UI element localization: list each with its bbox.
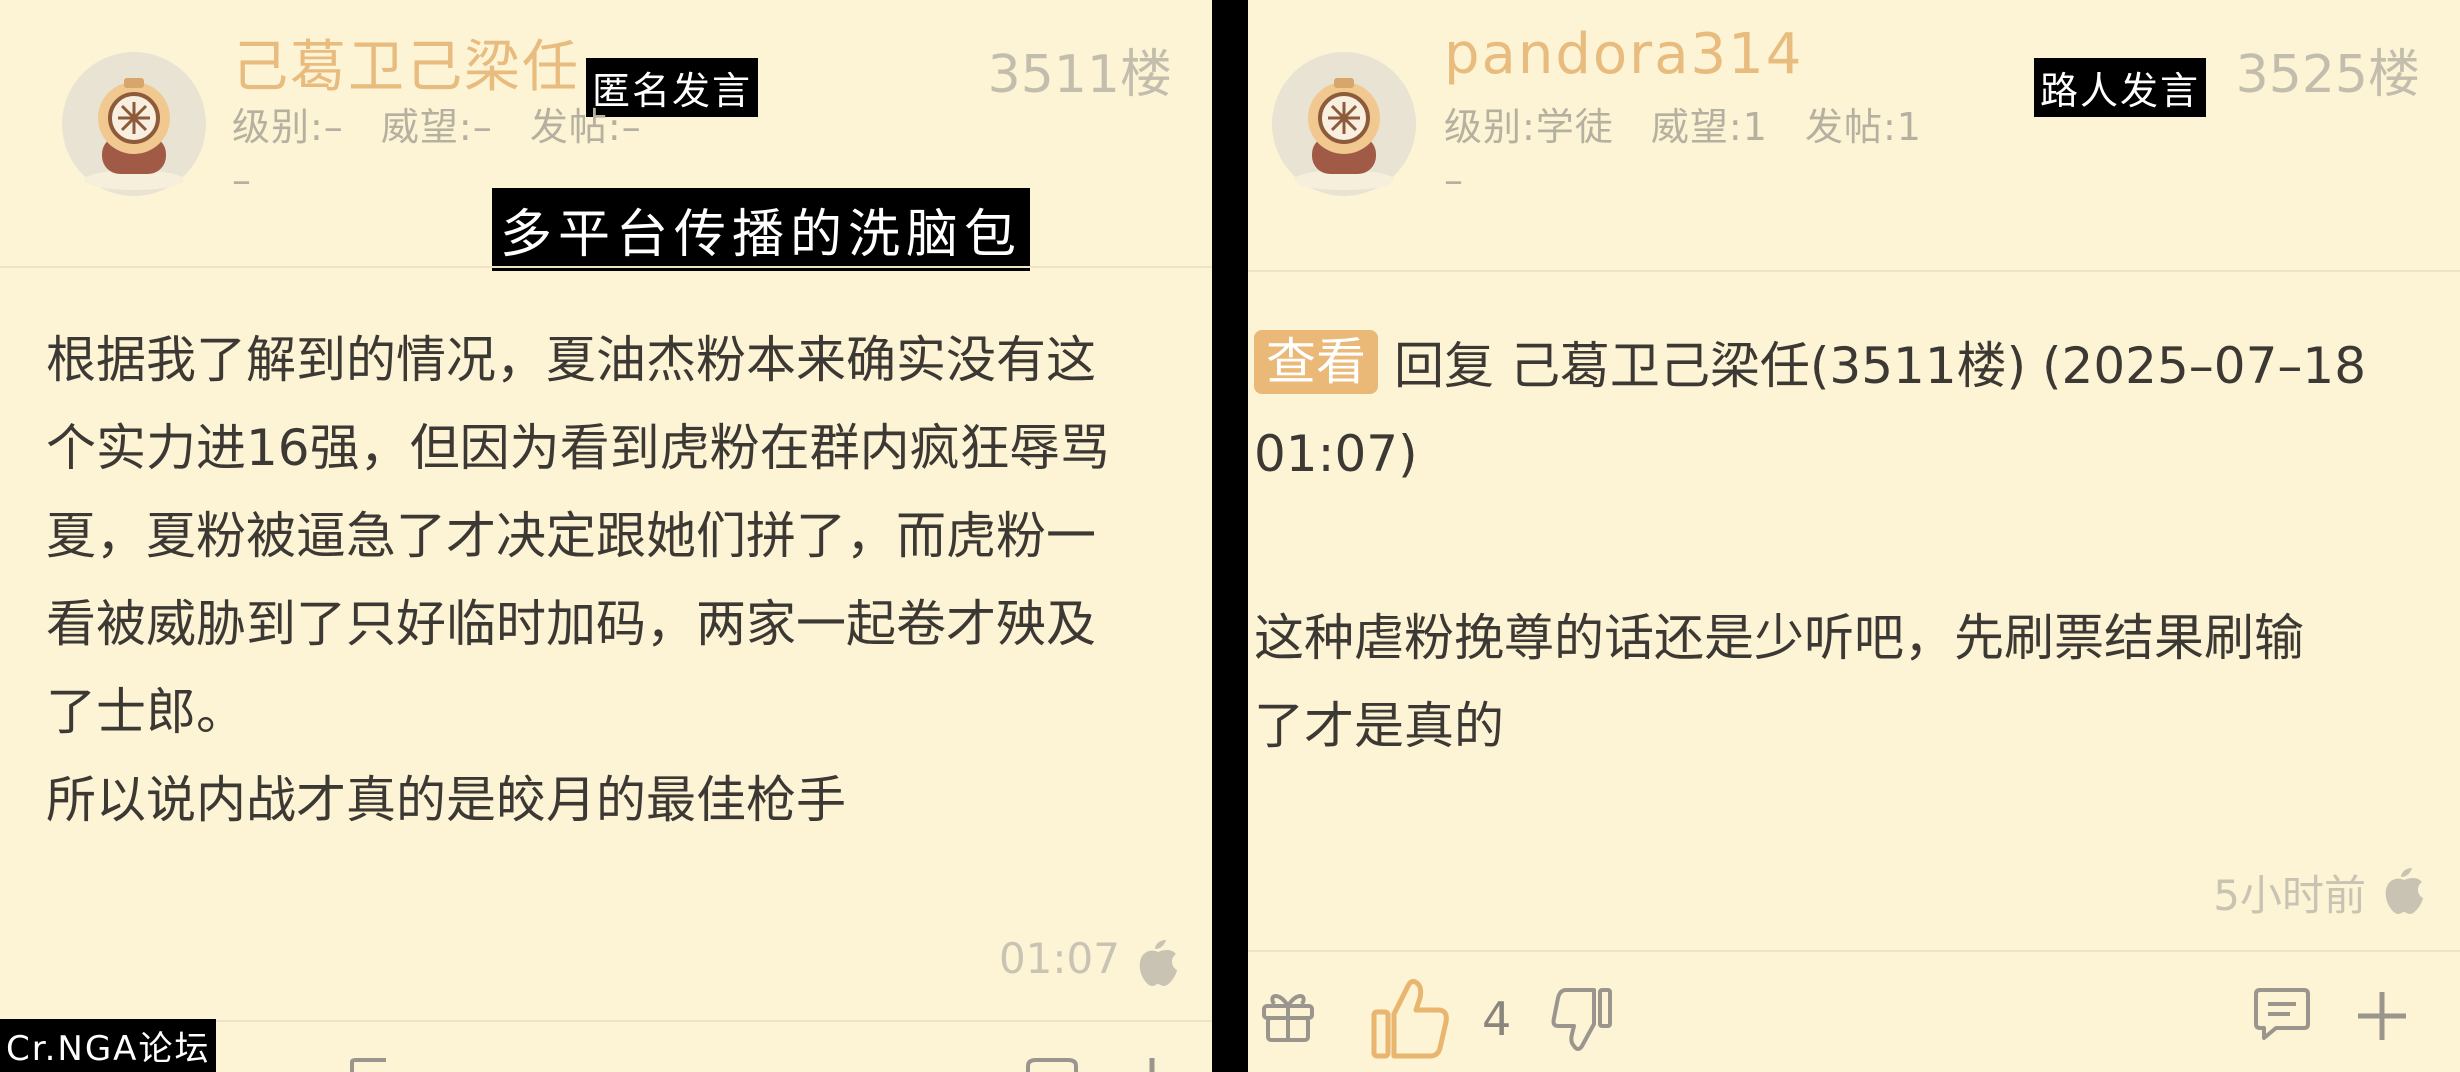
like-count: 4: [1482, 992, 1512, 1046]
gift-icon[interactable]: [1258, 984, 1318, 1044]
prestige: 威望:1: [1650, 105, 1768, 149]
post-count: 发帖:–: [529, 105, 642, 149]
divider: [1248, 270, 2460, 272]
signature-dash: –: [232, 158, 251, 202]
prestige: 威望:–: [380, 105, 493, 149]
divider: [0, 266, 1212, 268]
title-overlay: 多平台传播的洗脑包: [492, 188, 1031, 271]
body-line: 所以说内战才真的是皎月的最佳枪手: [46, 771, 846, 829]
divider: [1248, 950, 2460, 952]
plus-icon[interactable]: [1132, 1058, 1172, 1072]
avatar[interactable]: [1270, 50, 1418, 198]
watermark: Cr.NGA论坛: [0, 1019, 217, 1072]
avatar[interactable]: [60, 50, 208, 198]
post-left: 己葛卫己梁任 匿名发言 3511楼 级别:– 威望:– 发帖:– – 多平台传播…: [0, 0, 1212, 1072]
reply-header[interactable]: 回复 己葛卫己梁任(3511楼) (2025–07–18: [1394, 337, 2366, 395]
apple-icon: [1139, 940, 1177, 986]
plus-icon[interactable]: [2356, 990, 2408, 1042]
post-body: 根据我了解到的情况，夏油杰粉本来确实没有这 个实力进16强，但因为看到虎粉在群内…: [46, 316, 1110, 844]
reply-quote: 查看 回复 己葛卫己梁任(3511楼) (2025–07–18 01:07): [1254, 322, 2444, 498]
signature-dash: –: [1444, 158, 1463, 202]
user-meta: 级别:学徒 威望:1 发帖:1: [1444, 96, 1946, 151]
body-line: 看被威胁到了只好临时加码，两家一起卷才殃及: [46, 595, 1096, 653]
thumbs-up-icon[interactable]: [1370, 976, 1450, 1060]
level: 级别:–: [232, 105, 344, 149]
post-time: 5小时前: [2213, 871, 2366, 920]
username[interactable]: pandora314: [1444, 22, 1803, 87]
level: 级别:学徒: [1444, 105, 1614, 149]
username[interactable]: 己葛卫己梁任: [232, 22, 580, 103]
user-meta: 级别:– 威望:– 发帖:–: [232, 96, 666, 151]
body-line: 根据我了解到的情况，夏油杰粉本来确实没有这: [46, 331, 1096, 389]
post-body: 这种虐粉挽尊的话还是少听吧，先刷票结果刷输 了才是真的: [1254, 594, 2304, 770]
floor-number: 3525楼: [2235, 45, 2420, 105]
post-right: pandora314 路人发言 3525楼 级别:学徒 威望:1 发帖:1 – …: [1248, 0, 2460, 1072]
reply-header-cont: 01:07): [1254, 425, 1418, 483]
thumbs-down-icon[interactable]: [1550, 986, 1614, 1052]
body-line: 这种虐粉挽尊的话还是少听吧，先刷票结果刷输: [1254, 609, 2304, 667]
apple-icon: [2385, 868, 2423, 914]
floor-number: 3511楼: [987, 45, 1172, 105]
body-line: 个实力进16强，但因为看到虎粉在群内疯狂辱骂: [46, 419, 1110, 477]
post-time: 01:07: [998, 934, 1120, 983]
body-line: 了才是真的: [1254, 697, 1504, 755]
body-line: 了士郎。: [46, 683, 246, 741]
comment-icon[interactable]: [2252, 986, 2312, 1042]
anon-overlay-label: 路人发言: [2034, 58, 2207, 117]
comment-icon[interactable]: [1024, 1058, 1080, 1072]
view-tag[interactable]: 查看: [1254, 330, 1378, 394]
body-line: 夏，夏粉被逼急了才决定跟她们拼了，而虎粉一: [46, 507, 1096, 565]
thumbs-down-icon[interactable]: [346, 1058, 394, 1072]
post-count: 发帖:1: [1804, 105, 1922, 149]
